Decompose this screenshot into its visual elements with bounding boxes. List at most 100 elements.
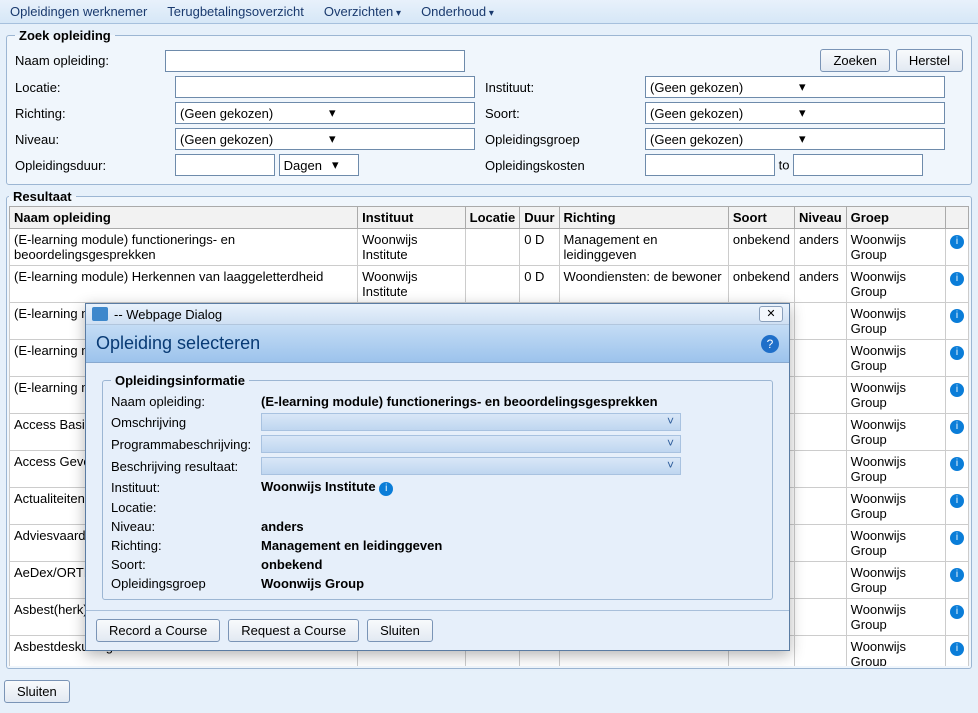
column-header[interactable]: Soort (728, 207, 794, 229)
table-row[interactable]: (E-learning module) Herkennen van laagge… (10, 266, 969, 303)
request-course-button[interactable]: Request a Course (228, 619, 359, 642)
chevron-down-icon[interactable]: ▾ (326, 157, 358, 173)
webpage-dialog: -- Webpage Dialog ✕ Opleiding selecteren… (85, 303, 790, 651)
chevron-down-icon[interactable]: ▾ (323, 105, 474, 121)
label-soort: Soort: (485, 106, 635, 121)
dialog-close-x[interactable]: ✕ (759, 306, 783, 322)
cell-niveau (795, 562, 847, 599)
chevron-down-icon[interactable]: ▾ (793, 131, 944, 147)
dlabel-programma: Programmabeschrijving: (111, 437, 261, 452)
chevron-down-icon[interactable]: ▾ (323, 131, 474, 147)
info-icon[interactable]: i (950, 457, 964, 471)
dval-instituut: Woonwijs Institute (261, 479, 376, 494)
cell-info: i (945, 451, 968, 488)
cell-niveau: anders (795, 229, 847, 266)
input-kosten-to[interactable] (793, 154, 923, 176)
dialog-header: Opleiding selecteren ? (86, 325, 789, 363)
cell-info: i (945, 562, 968, 599)
info-icon[interactable]: i (950, 420, 964, 434)
search-panel: Zoek opleiding Naam opleiding: Zoeken He… (6, 28, 972, 185)
select-groep[interactable]: (Geen gekozen)▾ (645, 128, 945, 150)
cell-richting: Management en leidinggeven (559, 229, 728, 266)
herstel-button[interactable]: Herstel (896, 49, 963, 72)
select-duur-unit[interactable]: Dagen▾ (279, 154, 359, 176)
info-icon[interactable]: i (950, 494, 964, 508)
info-icon[interactable]: i (950, 383, 964, 397)
label-locatie: Locatie: (15, 80, 165, 95)
cell-info: i (945, 229, 968, 266)
input-locatie[interactable] (175, 76, 475, 98)
dval-richting: Management en leidinggeven (261, 538, 764, 553)
info-icon[interactable]: i (950, 309, 964, 323)
info-icon[interactable]: i (950, 346, 964, 360)
column-header[interactable]: Niveau (795, 207, 847, 229)
label-groep: Opleidingsgroep (485, 132, 635, 147)
column-header[interactable]: Locatie (465, 207, 520, 229)
expander-programma[interactable] (261, 435, 681, 453)
column-header[interactable]: Duur (520, 207, 559, 229)
info-icon[interactable]: i (379, 482, 393, 496)
info-icon[interactable]: i (950, 568, 964, 582)
select-instituut[interactable]: (Geen gekozen)▾ (645, 76, 945, 98)
input-duur[interactable] (175, 154, 275, 176)
label-richting: Richting: (15, 106, 165, 121)
expander-omschrijving[interactable] (261, 413, 681, 431)
expander-beschr[interactable] (261, 457, 681, 475)
dlabel-beschr: Beschrijving resultaat: (111, 459, 261, 474)
dlabel-richting: Richting: (111, 538, 261, 553)
input-kosten-from[interactable] (645, 154, 775, 176)
info-icon[interactable]: i (950, 531, 964, 545)
column-header[interactable]: Naam opleiding (10, 207, 358, 229)
cell-niveau (795, 340, 847, 377)
dialog-close-button[interactable]: Sluiten (367, 619, 433, 642)
cell-soort: onbekend (728, 266, 794, 303)
chevron-down-icon[interactable]: ▾ (793, 79, 944, 95)
help-icon[interactable]: ? (761, 335, 779, 353)
main-close-button[interactable]: Sluiten (4, 680, 70, 703)
zoeken-button[interactable]: Zoeken (820, 49, 889, 72)
dialog-window-title: -- Webpage Dialog (114, 307, 222, 322)
select-richting[interactable]: (Geen gekozen)▾ (175, 102, 475, 124)
dlabel-soort: Soort: (111, 557, 261, 572)
select-soort[interactable]: (Geen gekozen)▾ (645, 102, 945, 124)
cell-groep: Woonwijs Group (846, 599, 945, 636)
record-course-button[interactable]: Record a Course (96, 619, 220, 642)
label-duur: Opleidingsduur: (15, 158, 165, 173)
info-icon[interactable]: i (950, 642, 964, 656)
chevron-down-icon[interactable]: ▾ (793, 105, 944, 121)
column-header[interactable]: Richting (559, 207, 728, 229)
cell-info: i (945, 599, 968, 636)
top-nav: Opleidingen werknemer Terugbetalingsover… (0, 0, 978, 24)
info-icon[interactable]: i (950, 605, 964, 619)
table-row[interactable]: (E-learning module) functionerings- en b… (10, 229, 969, 266)
cell-groep: Woonwijs Group (846, 562, 945, 599)
cell-niveau (795, 377, 847, 414)
dval-naam: (E-learning module) functionerings- en b… (261, 394, 764, 409)
cell-locatie (465, 266, 520, 303)
label-niveau: Niveau: (15, 132, 165, 147)
info-icon[interactable]: i (950, 272, 964, 286)
select-niveau[interactable]: (Geen gekozen)▾ (175, 128, 475, 150)
input-naam[interactable] (165, 50, 465, 72)
cell-niveau (795, 599, 847, 636)
cell-info: i (945, 525, 968, 562)
column-header[interactable]: Instituut (358, 207, 466, 229)
column-header[interactable]: Groep (846, 207, 945, 229)
dlabel-naam: Naam opleiding: (111, 394, 261, 409)
ie-icon (92, 307, 108, 321)
cell-info: i (945, 488, 968, 525)
nav-item-opleidingen[interactable]: Opleidingen werknemer (10, 4, 147, 19)
cell-info: i (945, 303, 968, 340)
cell-niveau (795, 451, 847, 488)
cell-groep: Woonwijs Group (846, 525, 945, 562)
cell-naam: (E-learning module) Herkennen van laagge… (10, 266, 358, 303)
dialog-title: Opleiding selecteren (96, 333, 260, 354)
nav-item-terugbetaling[interactable]: Terugbetalingsoverzicht (167, 4, 304, 19)
info-icon[interactable]: i (950, 235, 964, 249)
cell-niveau (795, 525, 847, 562)
nav-item-onderhoud[interactable]: Onderhoud (421, 4, 494, 19)
column-header[interactable] (945, 207, 968, 229)
nav-item-overzichten[interactable]: Overzichten (324, 4, 401, 19)
dlabel-locatie: Locatie: (111, 500, 261, 515)
cell-groep: Woonwijs Group (846, 636, 945, 667)
